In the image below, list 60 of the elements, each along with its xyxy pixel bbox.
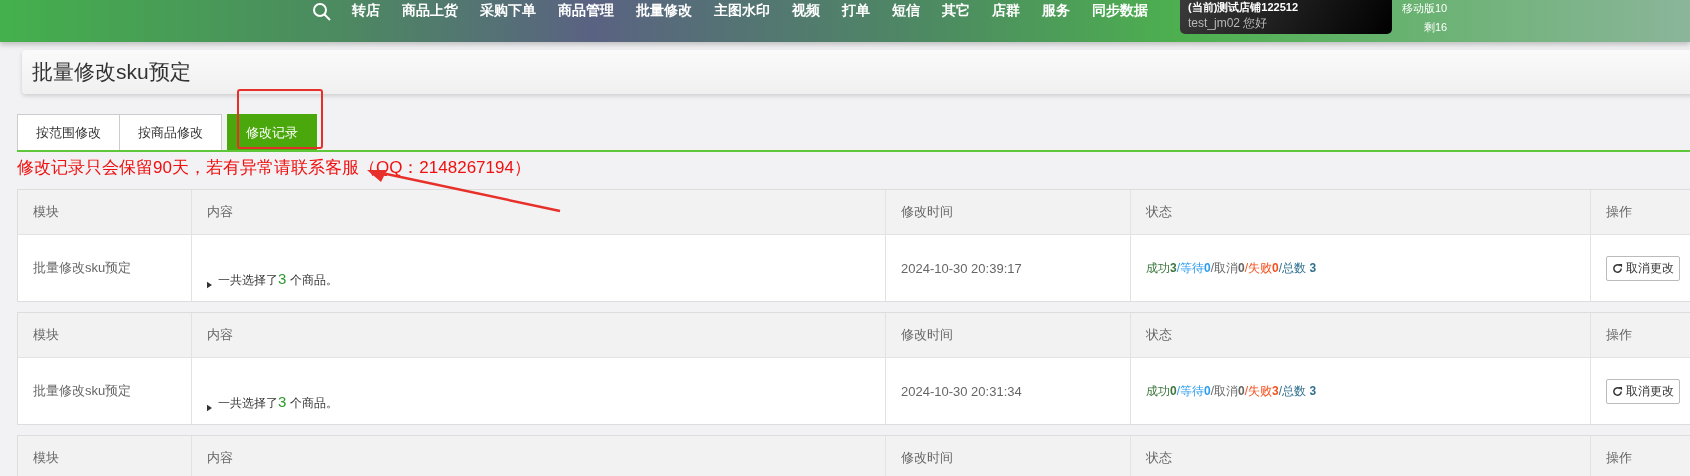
nav-link[interactable]: 批量修改 — [636, 2, 692, 20]
caret-icon[interactable] — [207, 281, 212, 289]
nav-link[interactable]: 店群 — [992, 2, 1020, 20]
status-count: /等待0 — [1176, 382, 1211, 400]
column-header: 操作 — [1605, 326, 1633, 344]
status-count: /总数 3 — [1278, 259, 1317, 277]
status-count: /失败3 — [1244, 382, 1279, 400]
table-cell: 2024-10-30 20:39:17 — [886, 235, 1131, 301]
caret-icon[interactable] — [207, 404, 212, 412]
status-count: /等待0 — [1176, 259, 1211, 277]
status-count: /取消0 — [1210, 259, 1245, 277]
column-header: 状态 — [1131, 190, 1591, 234]
shop-name: (当前)测试店铺122512 — [1188, 0, 1300, 15]
column-header: 模块 — [18, 436, 192, 476]
nav-link[interactable]: 短信 — [892, 2, 920, 20]
nav-link[interactable]: 主图水印 — [714, 2, 770, 20]
tab[interactable]: 修改记录 — [227, 114, 317, 150]
page-title: 批量修改sku预定 — [32, 59, 191, 85]
table-cell: 批量修改sku预定 — [18, 235, 192, 301]
nav-link[interactable]: 商品上货 — [402, 2, 458, 20]
column-header: 状态 — [1131, 436, 1591, 476]
refresh-icon — [1612, 385, 1623, 397]
content-summary: 一共选择了3 个商品。 — [218, 393, 338, 412]
undo-button[interactable]: 取消更改 — [1606, 378, 1680, 404]
nav-link[interactable]: 商品管理 — [558, 2, 614, 20]
nav-link[interactable]: 打单 — [842, 2, 870, 20]
column-header: 操作 — [1605, 203, 1633, 221]
nav-link[interactable]: 其它 — [942, 2, 970, 20]
column-header: 模块 — [18, 313, 192, 357]
table-cell: 2024-10-30 20:31:34 — [886, 358, 1131, 424]
tab[interactable]: 按商品修改 — [119, 114, 222, 150]
status-count: 成功3 — [1146, 259, 1177, 277]
user-panel[interactable]: (当前)测试店铺122512 test_jm02 您好 — [1180, 0, 1392, 34]
column-header: 内容 — [192, 313, 886, 357]
nav-link[interactable]: 同步数据 — [1092, 2, 1148, 20]
nav-link[interactable]: 服务 — [1042, 2, 1070, 20]
column-header: 内容 — [192, 190, 886, 234]
search-icon[interactable] — [312, 2, 332, 22]
column-header: 模块 — [18, 190, 192, 234]
status-count: /失败0 — [1244, 259, 1279, 277]
undo-button[interactable]: 取消更改 — [1606, 255, 1680, 281]
column-header: 修改时间 — [886, 436, 1131, 476]
status-count: /总数 3 — [1278, 382, 1317, 400]
status-count: /取消0 — [1210, 382, 1245, 400]
nav-info-text: 剩16 — [1424, 20, 1448, 35]
status-count: 成功0 — [1146, 382, 1177, 400]
nav-link[interactable]: 采购下单 — [480, 2, 536, 20]
table-cell: 批量修改sku预定 — [18, 358, 192, 424]
tab[interactable]: 按范围修改 — [17, 114, 120, 150]
column-header: 修改时间 — [886, 190, 1131, 234]
refresh-icon — [1612, 262, 1623, 274]
column-header: 内容 — [192, 436, 886, 476]
content-summary: 一共选择了3 个商品。 — [218, 270, 338, 289]
nav-info-text: 移动版10 — [1402, 1, 1448, 16]
nav-link[interactable]: 转店 — [352, 2, 380, 20]
nav-link[interactable]: 视频 — [792, 2, 820, 20]
user-greeting: test_jm02 您好 — [1188, 15, 1269, 32]
column-header: 状态 — [1131, 313, 1591, 357]
column-header: 修改时间 — [886, 313, 1131, 357]
column-header: 操作 — [1605, 449, 1633, 467]
